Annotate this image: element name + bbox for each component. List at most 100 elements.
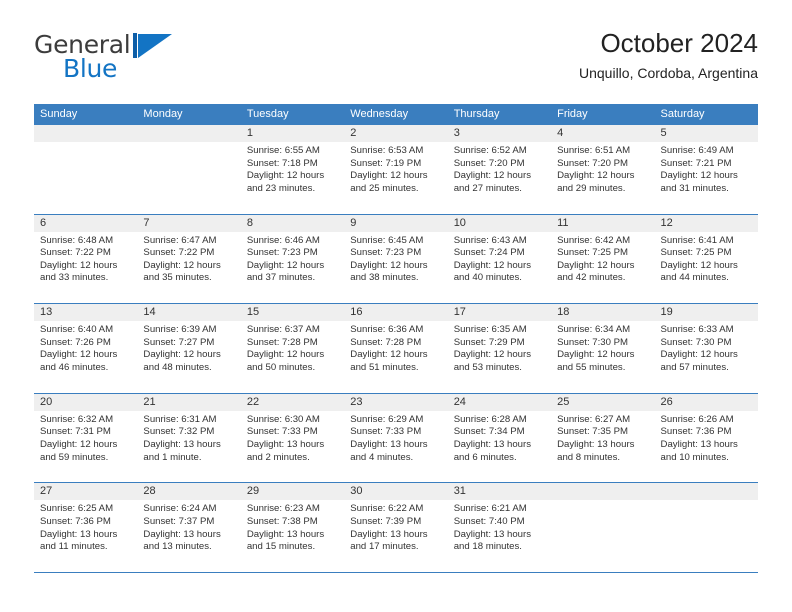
day-details: Sunrise: 6:41 AM Sunset: 7:25 PM Daylight:…: [655, 232, 758, 285]
day-number: 16: [350, 306, 363, 319]
calendar-day-cell[interactable]: 27 Sunrise: 6:25 AM Sunset: 7:36 PM Dayligh…: [34, 483, 138, 572]
day-number-band: 4: [551, 125, 655, 142]
day-number: 3: [453, 127, 460, 139]
weekday-header-sunday: Sunday: [40, 108, 78, 120]
daylight-text: and 1 minute.: [143, 451, 202, 463]
daylight-text: and 6 minutes.: [453, 451, 517, 463]
daylight-text: and 27 minutes.: [453, 182, 522, 194]
day-details: Sunrise: 6:37 AM Sunset: 7:28 PM Daylight:…: [241, 321, 344, 374]
calendar-day-cell[interactable]: 19 Sunrise: 6:33 AM Sunset: 7:30 PM Dayligh…: [654, 304, 758, 393]
calendar-day-cell[interactable]: 31 Sunrise: 6:21 AM Sunset: 7:40 PM Dayligh…: [447, 483, 552, 572]
day-number: 22: [246, 395, 260, 408]
sunset-text: Sunset: 7:31 PM: [40, 426, 111, 438]
calendar-day-cell-empty: [654, 483, 758, 572]
sunrise-text: Sunrise: 6:22 AM: [350, 503, 424, 515]
sunrise-text: Sunrise: 6:43 AM: [453, 234, 527, 246]
weekday-header-row: Sunday Monday Tuesday Wednesday Thursday Frid…: [34, 104, 758, 125]
day-number-band: 3: [447, 125, 552, 142]
daylight-text: Daylight: 12 hours: [453, 349, 532, 361]
sunrise-text: Sunrise: 6:52 AM: [453, 145, 527, 156]
sunrise-text: Sunrise: 6:29 AM: [350, 413, 424, 425]
calendar-day-cell[interactable]: 25 Sunrise: 6:27 AM Sunset: 7:35 PM Dayligh…: [551, 393, 655, 483]
day-details: Sunrise: 6:27 AM Sunset: 7:35 PM Daylight:…: [551, 411, 654, 464]
calendar-day-cell[interactable]: 29 Sunrise: 6:23 AM Sunset: 7:38 PM Dayligh…: [240, 483, 345, 572]
day-details: [34, 142, 137, 145]
sunrise-text: Sunrise: 6:36 AM: [350, 324, 424, 336]
calendar-day-cell[interactable]: 21 Sunrise: 6:31 AM Sunset: 7:32 PM Dayligh…: [137, 393, 241, 483]
day-number: 25: [557, 395, 570, 408]
calendar-week-row: 13 Sunrise: 6:40 AM Sunset: 7:26 PM Dayligh…: [34, 304, 758, 394]
sunrise-text: Sunrise: 6:42 AM: [557, 234, 631, 246]
calendar-day-cell[interactable]: 22 Sunrise: 6:30 AM Sunset: 7:33 PM Dayligh…: [240, 393, 345, 483]
calendar-weeks: 1 Sunrise: 6:55 AM Sunset: 7:18 PM Daylight…: [34, 125, 758, 573]
calendar-day-cell[interactable]: 5 Sunrise: 6:49 AM Sunset: 7:21 PM Daylight…: [654, 125, 758, 214]
page-title: October 2024: [600, 28, 758, 58]
calendar-day-cell[interactable]: 1 Sunrise: 6:55 AM Sunset: 7:18 PM Daylight…: [240, 125, 345, 214]
calendar-day-cell[interactable]: 8 Sunrise: 6:46 AM Sunset: 7:23 PM Daylight…: [240, 214, 345, 304]
calendar-day-cell[interactable]: 15 Sunrise: 6:37 AM Sunset: 7:28 PM Dayligh…: [240, 304, 345, 393]
day-details: Sunrise: 6:29 AM Sunset: 7:33 PM Daylight:…: [344, 411, 447, 464]
sunrise-text: Sunrise: 6:39 AM: [143, 324, 217, 336]
calendar-day-cell[interactable]: 30 Sunrise: 6:22 AM Sunset: 7:39 PM Dayligh…: [344, 483, 448, 572]
calendar-day-cell[interactable]: 18 Sunrise: 6:34 AM Sunset: 7:30 PM Dayligh…: [551, 304, 655, 393]
day-number-band: 24: [447, 393, 552, 411]
daylight-text: Daylight: 12 hours: [660, 349, 738, 361]
calendar-day-cell[interactable]: 6 Sunrise: 6:48 AM Sunset: 7:22 PM Daylight…: [34, 214, 138, 304]
calendar-day-cell[interactable]: 14 Sunrise: 6:39 AM Sunset: 7:27 PM Dayligh…: [137, 304, 241, 393]
calendar-day-cell[interactable]: 9 Sunrise: 6:45 AM Sunset: 7:23 PM Daylight…: [344, 214, 448, 304]
title-block: October 2024 Unquillo, Cordoba, Argentin…: [579, 28, 758, 81]
sunrise-text: Sunrise: 6:30 AM: [246, 413, 320, 425]
day-details: Sunrise: 6:53 AM Sunset: 7:19 PM Daylight:…: [344, 142, 447, 195]
daylight-text: Daylight: 12 hours: [246, 349, 325, 361]
calendar-day-cell[interactable]: 17 Sunrise: 6:35 AM Sunset: 7:29 PM Dayligh…: [447, 304, 552, 393]
day-number-band: 30: [344, 483, 448, 501]
calendar-day-cell[interactable]: 11 Sunrise: 6:42 AM Sunset: 7:25 PM Dayligh…: [551, 214, 655, 304]
calendar-day-cell[interactable]: 16 Sunrise: 6:36 AM Sunset: 7:28 PM Dayligh…: [344, 304, 448, 393]
calendar-day-cell[interactable]: 26 Sunrise: 6:26 AM Sunset: 7:36 PM Dayligh…: [654, 393, 758, 483]
brand-logo[interactable]: General Blue: [34, 32, 264, 94]
day-number: 18: [557, 306, 570, 319]
day-number-band: 18: [551, 304, 655, 322]
calendar-grid: Sunday Monday Tuesday Wednesday Thursday Frid…: [34, 104, 758, 573]
calendar-day-cell[interactable]: 20 Sunrise: 6:32 AM Sunset: 7:31 PM Dayligh…: [34, 393, 138, 483]
sunset-text: Sunset: 7:28 PM: [246, 336, 318, 348]
day-details: Sunrise: 6:43 AM Sunset: 7:24 PM Daylight:…: [448, 232, 551, 285]
calendar-day-cell[interactable]: 28 Sunrise: 6:24 AM Sunset: 7:37 PM Dayligh…: [137, 483, 241, 572]
calendar-day-cell[interactable]: 4 Sunrise: 6:51 AM Sunset: 7:20 PM Daylight…: [551, 125, 655, 214]
daylight-text: Daylight: 12 hours: [557, 170, 635, 182]
calendar-day-cell[interactable]: 12 Sunrise: 6:41 AM Sunset: 7:25 PM Dayligh…: [654, 214, 758, 304]
daylight-text: and 38 minutes.: [350, 272, 419, 284]
day-details: Sunrise: 6:25 AM Sunset: 7:36 PM Daylight:…: [34, 500, 137, 553]
day-number-band: 6: [34, 214, 138, 232]
daylight-text: and 33 minutes.: [40, 272, 109, 284]
day-number-band: 29: [240, 483, 345, 501]
day-number: 21: [143, 395, 156, 408]
calendar-day-cell[interactable]: 23 Sunrise: 6:29 AM Sunset: 7:33 PM Dayligh…: [344, 393, 448, 483]
weekday-header-monday: Monday: [143, 108, 183, 120]
daylight-text: Daylight: 13 hours: [40, 528, 118, 540]
sunrise-text: Sunrise: 6:34 AM: [557, 324, 631, 336]
sunset-text: Sunset: 7:39 PM: [350, 515, 422, 527]
calendar-day-cell[interactable]: 24 Sunrise: 6:28 AM Sunset: 7:34 PM Dayligh…: [447, 393, 552, 483]
calendar-week-row: 27 Sunrise: 6:25 AM Sunset: 7:36 PM Dayligh…: [34, 483, 758, 573]
calendar-day-cell[interactable]: 7 Sunrise: 6:47 AM Sunset: 7:22 PM Daylight…: [137, 214, 241, 304]
daylight-text: Daylight: 12 hours: [246, 259, 325, 271]
daylight-text: Daylight: 12 hours: [350, 349, 428, 361]
calendar-week-row: 1 Sunrise: 6:55 AM Sunset: 7:18 PM Daylight…: [34, 125, 758, 215]
daylight-text: Daylight: 12 hours: [660, 259, 738, 271]
sunset-text: Sunset: 7:21 PM: [660, 157, 732, 169]
day-number-band: 16: [344, 304, 448, 322]
daylight-text: and 35 minutes.: [143, 272, 212, 284]
daylight-text: and 57 minutes.: [660, 361, 729, 373]
daylight-text: Daylight: 12 hours: [40, 259, 118, 271]
sunset-text: Sunset: 7:19 PM: [350, 157, 422, 169]
calendar-day-cell[interactable]: 13 Sunrise: 6:40 AM Sunset: 7:26 PM Dayligh…: [34, 304, 138, 393]
calendar-day-cell[interactable]: 10 Sunrise: 6:43 AM Sunset: 7:24 PM Dayligh…: [447, 214, 552, 304]
calendar-day-cell[interactable]: 2 Sunrise: 6:53 AM Sunset: 7:19 PM Daylight…: [344, 125, 448, 214]
day-details: Sunrise: 6:55 AM Sunset: 7:18 PM Daylight:…: [241, 142, 344, 195]
day-details: Sunrise: 6:49 AM Sunset: 7:21 PM Daylight:…: [655, 142, 758, 195]
sunrise-text: Sunrise: 6:49 AM: [660, 145, 734, 156]
calendar-day-cell[interactable]: 3 Sunrise: 6:52 AM Sunset: 7:20 PM Daylight…: [447, 125, 552, 214]
day-details: Sunrise: 6:34 AM Sunset: 7:30 PM Daylight:…: [551, 321, 654, 374]
day-number: 5: [660, 127, 667, 139]
